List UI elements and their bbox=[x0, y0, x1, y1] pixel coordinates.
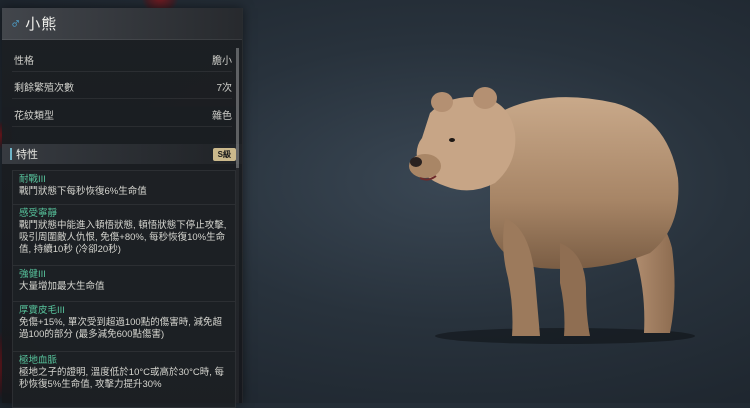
scrollbar-thumb[interactable] bbox=[236, 48, 239, 168]
attribute-label: 花紋類型 bbox=[14, 110, 54, 122]
traits-section-header: 特性 S級 bbox=[2, 144, 242, 164]
panel-scrollbar[interactable] bbox=[236, 48, 239, 403]
attribute-label: 性格 bbox=[14, 55, 34, 67]
grade-badge: S級 bbox=[212, 147, 236, 161]
trait-name: 耐戰III bbox=[19, 174, 46, 185]
attribute-row-breeding-count: 剩餘繁殖次數 7次 bbox=[2, 73, 242, 99]
divider bbox=[12, 98, 232, 99]
traits-list[interactable]: 耐戰III 戰鬥狀態下每秒恢復6%生命值 感受寧靜 戰鬥狀態中能進入頓悟狀態, … bbox=[12, 170, 236, 408]
trait-item[interactable]: 厚實皮毛III 免傷+15%, 單次受到超過100點的傷害時, 減免超過100的… bbox=[13, 302, 235, 352]
attribute-label: 剩餘繁殖次數 bbox=[14, 82, 74, 94]
divider bbox=[12, 71, 232, 72]
attribute-row-personality: 性格 膽小 bbox=[2, 46, 242, 72]
trait-item[interactable]: 感受寧靜 戰鬥狀態中能進入頓悟狀態, 頓悟狀態下停止攻擊, 吸引周圍敵人仇恨, … bbox=[13, 205, 235, 266]
creature-info-panel: ♂ 小熊 性格 膽小 剩餘繁殖次數 7次 花紋類型 雜色 特性 S級 耐戰III… bbox=[2, 8, 243, 408]
creature-name: 小熊 bbox=[25, 16, 58, 33]
trait-name: 強健III bbox=[19, 269, 46, 280]
trait-description: 戰鬥狀態中能進入頓悟狀態, 頓悟狀態下停止攻擊, 吸引周圍敵人仇恨, 免傷+80… bbox=[19, 220, 227, 255]
trait-item[interactable]: 極地血脈 極地之子的證明, 溫度低於10°C或高於30°C時, 每秒恢復5%生命… bbox=[13, 352, 235, 407]
attribute-value: 7次 bbox=[216, 82, 232, 94]
attribute-value: 雜色 bbox=[212, 110, 232, 122]
male-icon: ♂ bbox=[10, 15, 22, 32]
attribute-row-pattern-type: 花紋類型 雜色 bbox=[2, 101, 242, 127]
trait-description: 極地之子的證明, 溫度低於10°C或高於30°C時, 每秒恢復5%生命值, 攻擊… bbox=[19, 367, 225, 390]
panel-title-bar: ♂ 小熊 bbox=[2, 8, 242, 40]
attribute-value: 膽小 bbox=[212, 55, 232, 67]
trait-description: 大量增加最大生命值 bbox=[19, 281, 105, 292]
divider bbox=[12, 126, 232, 127]
trait-item[interactable]: 耐戰III 戰鬥狀態下每秒恢復6%生命值 bbox=[13, 171, 235, 205]
trait-description: 戰鬥狀態下每秒恢復6%生命值 bbox=[19, 186, 147, 197]
bear-model-image bbox=[409, 87, 695, 344]
trait-description: 免傷+15%, 單次受到超過100點的傷害時, 減免超過100的部分 (最多減免… bbox=[19, 317, 222, 340]
traits-section-title: 特性 bbox=[16, 149, 38, 161]
trait-name: 極地血脈 bbox=[19, 355, 58, 366]
section-accent-bar bbox=[10, 148, 12, 160]
trait-name: 感受寧靜 bbox=[19, 208, 58, 219]
trait-name: 厚實皮毛III bbox=[19, 305, 65, 316]
trait-item[interactable]: 強健III 大量增加最大生命值 bbox=[13, 266, 235, 302]
